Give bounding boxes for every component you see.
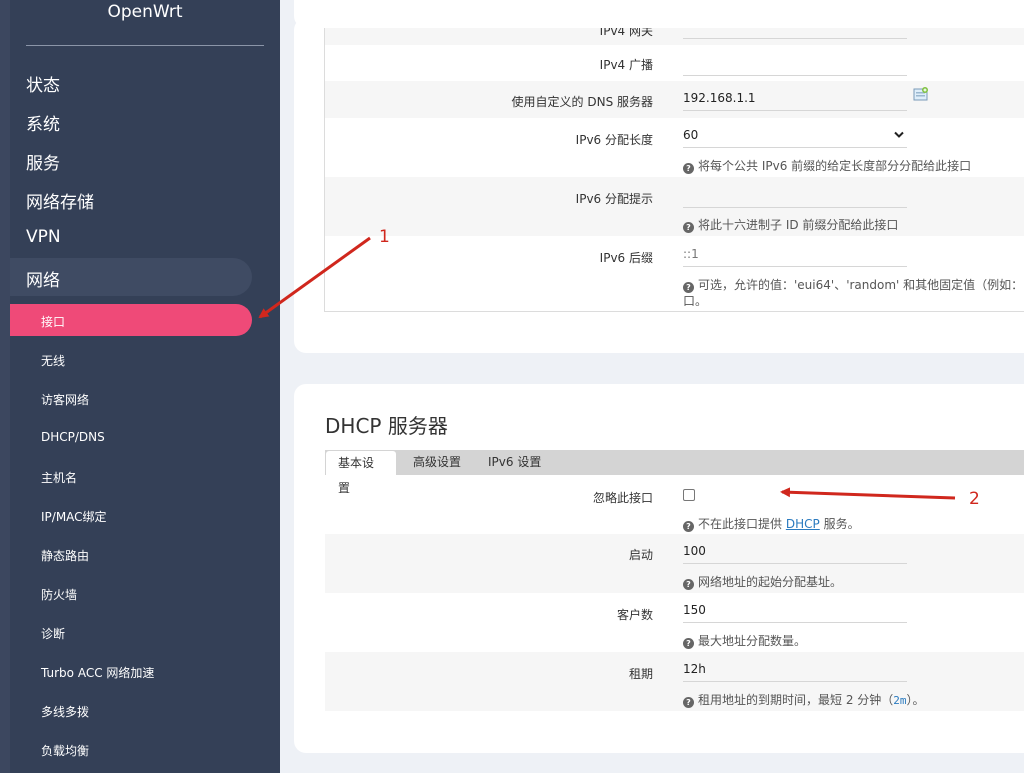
- annotation-label-2: 2: [969, 489, 980, 509]
- annotation-label-1: 1: [379, 227, 390, 247]
- annotation-arrow-2: [780, 487, 956, 500]
- annotation-arrows: [258, 236, 956, 500]
- annotation-arrow-1: [258, 236, 371, 319]
